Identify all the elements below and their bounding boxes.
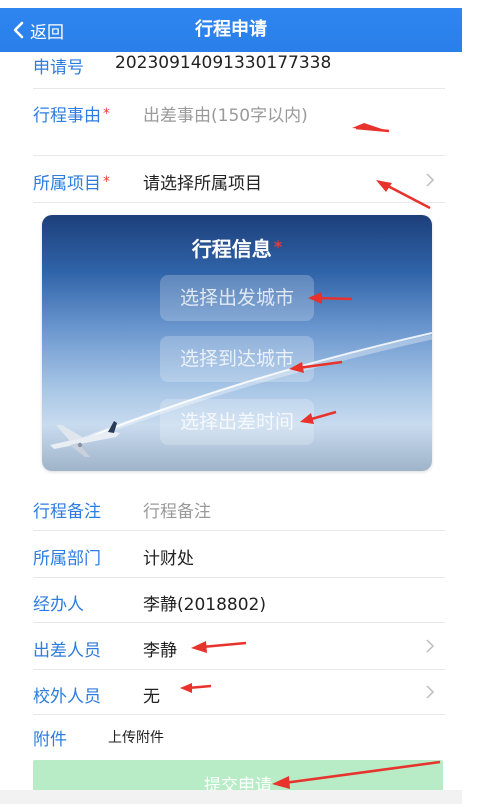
travelers-value[interactable]: 李静 <box>143 636 177 661</box>
travelers-row[interactable]: 出差人员 李静 <box>0 623 462 669</box>
trip-application-page: 返回 行程申请 申请号 20230914091330177338 行程事由 * 出… <box>0 0 462 804</box>
department-row: 所属部门 计财处 <box>0 531 462 577</box>
application-no-label: 申请号 <box>33 58 84 78</box>
external-row[interactable]: 校外人员 无 <box>0 670 462 714</box>
handler-value: 李静(2018802) <box>143 595 266 615</box>
attachment-row: 附件 上传附件 <box>0 715 462 757</box>
bottom-bar <box>0 790 462 804</box>
attachment-label: 附件 <box>33 730 67 750</box>
application-no-value: 20230914091330177338 <box>115 53 332 73</box>
travelers-label: 出差人员 <box>33 641 101 661</box>
project-label: 所属项目 * <box>33 174 110 194</box>
project-row[interactable]: 所属项目 * 请选择所属项目 <box>0 156 462 202</box>
arrival-city-button[interactable]: 选择到达城市 <box>160 336 314 382</box>
remark-label: 行程备注 <box>33 502 101 522</box>
airplane-icon <box>50 421 120 457</box>
department-label: 所属部门 <box>33 549 101 569</box>
itinerary-title: 行程信息 * <box>191 237 283 261</box>
application-no-row: 申请号 20230914091330177338 <box>0 52 462 78</box>
department-value: 计财处 <box>143 549 194 569</box>
divider <box>33 202 445 203</box>
handler-row: 经办人 李静(2018802) <box>0 578 462 622</box>
chevron-right-icon <box>426 685 435 699</box>
remark-row[interactable]: 行程备注 行程备注 <box>0 486 462 530</box>
nav-header: 返回 行程申请 <box>0 8 462 52</box>
upload-attachment-link[interactable]: 上传附件 <box>108 727 164 747</box>
external-label: 校外人员 <box>33 687 101 707</box>
trip-reason-input[interactable]: 出差事由(150字以内) <box>143 101 308 126</box>
required-mark: * <box>273 237 283 256</box>
handler-label: 经办人 <box>33 595 84 615</box>
chevron-right-icon <box>426 173 435 187</box>
external-value[interactable]: 无 <box>143 682 160 707</box>
trip-reason-row[interactable]: 行程事由 * 出差事由(150字以内) <box>0 89 462 155</box>
remark-input[interactable]: 行程备注 <box>143 497 211 522</box>
right-gutter <box>462 0 486 804</box>
trip-reason-label: 行程事由 * <box>33 106 110 126</box>
required-mark: * <box>103 174 110 190</box>
page-title: 行程申请 <box>195 19 267 40</box>
project-select[interactable]: 请选择所属项目 <box>143 169 262 194</box>
departure-city-button[interactable]: 选择出发城市 <box>160 275 314 321</box>
itinerary-card: 行程信息 * 选择出发城市 选择到达城市 选择出差时间 <box>42 215 432 471</box>
required-mark: * <box>103 106 110 122</box>
chevron-right-icon <box>426 639 435 653</box>
trip-time-button[interactable]: 选择出差时间 <box>160 399 314 445</box>
